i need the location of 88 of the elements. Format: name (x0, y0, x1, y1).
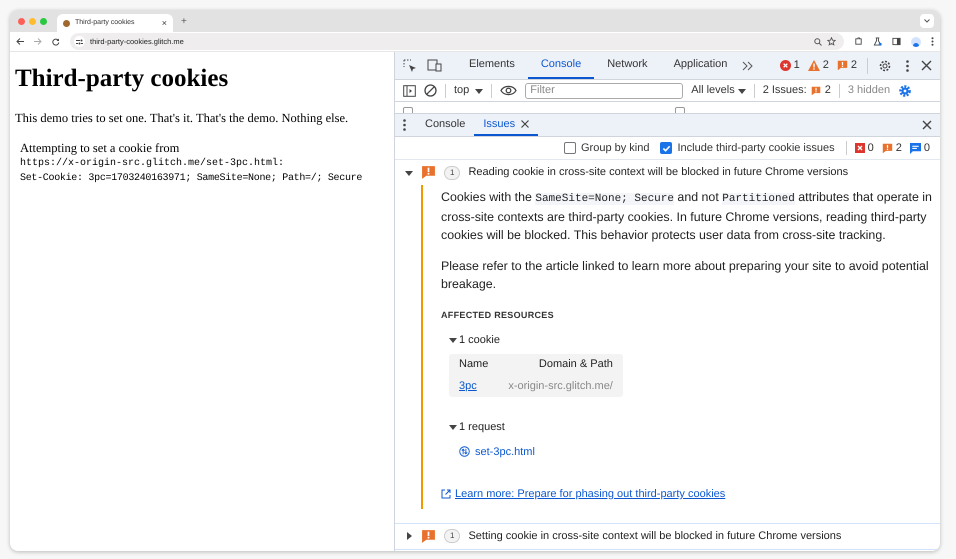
requests-toggle[interactable]: 1 request (449, 419, 934, 436)
close-icon[interactable] (922, 120, 932, 130)
count-label[interactable]: 1 (794, 57, 800, 74)
issue-flag-icon (810, 86, 821, 96)
issue-flag-icon (882, 142, 893, 154)
warning-icon (808, 60, 820, 71)
issue-header[interactable]: 1 Reading cookie in cross-site context will be blocked in future Chrome versions (395, 160, 940, 185)
issue-flag-icon (421, 165, 436, 180)
device-icon[interactable] (427, 59, 442, 72)
caret-right-icon[interactable] (405, 532, 413, 540)
chevron-down-icon (924, 19, 930, 23)
error-icon (780, 60, 791, 71)
menu-icon[interactable] (931, 37, 934, 46)
caret-down-icon[interactable] (449, 336, 457, 344)
issue-title: Reading cookie in cross-site context will be blocked in future Chrome versions (468, 165, 848, 180)
issue-flag-icon (421, 528, 436, 544)
count-label[interactable]: 0 (868, 140, 874, 156)
request-link[interactable]: set-3pc.html (459, 444, 535, 460)
set-cookie-header: Set-Cookie: 3pc=1703240163971; SameSite=None; Path=/; Secure (20, 172, 364, 186)
inspect-icon[interactable] (403, 58, 417, 72)
zoom-icon[interactable] (814, 38, 822, 46)
dropdown-caret-icon[interactable] (738, 86, 746, 94)
sidebar-toggle-icon[interactable] (403, 84, 416, 96)
issue-title: Setting cookie in cross-site context will be blocked in future Chrome versions (468, 528, 842, 544)
count-label[interactable]: 2 (896, 140, 902, 156)
more-options-icon[interactable] (906, 60, 909, 72)
close-icon[interactable] (921, 60, 932, 71)
learn-more-link[interactable]: Learn more: Prepare for phasing out third-party cookies (441, 486, 726, 502)
section-heading: AFFECTED RESOURCES (441, 309, 555, 322)
table-cell: x-origin-src.glitch.me/ (498, 374, 623, 397)
devtools-tab[interactable]: Elements (456, 52, 528, 79)
levels-dropdown[interactable]: All levels (691, 82, 746, 99)
issue-count-badge: 1 (444, 529, 460, 543)
dropdown-caret-icon[interactable] (475, 86, 484, 94)
hidden-count: 3 hidden (848, 83, 890, 98)
new-tab-button[interactable]: + (181, 14, 187, 28)
eye-icon[interactable] (500, 85, 518, 96)
attempt-url: https://x-origin-src.glitch.me/set-3pc.html: (20, 156, 286, 171)
cookies-toggle[interactable]: 1 cookie (449, 332, 934, 348)
external-link-icon (441, 489, 451, 500)
close-icon[interactable] (521, 120, 530, 128)
drawer-tab[interactable]: Console (416, 114, 474, 136)
devtools-tab[interactable]: Application (660, 52, 740, 79)
more-tabs-icon[interactable] (742, 60, 754, 70)
flask-icon[interactable] (873, 37, 882, 46)
context-dropdown[interactable]: top (454, 82, 484, 99)
page-paragraph: This demo tries to set one. That's it. That's the demo. Nothing else. (15, 110, 350, 127)
checkbox[interactable] (675, 107, 685, 113)
filter-input[interactable]: Filter (525, 82, 684, 98)
issues-counter[interactable]: 2 Issues: 2 (762, 82, 831, 99)
count-label[interactable]: 2 (850, 57, 857, 74)
profile-avatar[interactable] (911, 36, 921, 46)
reload-icon[interactable] (52, 38, 60, 46)
site-settings-icon[interactable] (74, 36, 85, 47)
message-icon (910, 142, 921, 154)
issue-header[interactable]: 1 Setting cookie in cross-site context will be blocked in future Chrome versions (395, 524, 940, 548)
issue-note: Please refer to the article linked to learn more about preparing your site to avoid potential breakage. (441, 258, 930, 293)
network-request-icon (459, 446, 470, 458)
column-header: Domain & Path (498, 354, 623, 374)
settings-icon[interactable] (878, 58, 892, 72)
issue-flag-icon (836, 60, 848, 71)
issue-description: Cookies with the SameSite=None; Secure and not Partitioned attributes that operate in cross-site contexts are third-party cookies. In future Chrome versions, reading third-party cookies will be blocked. This behavior protects user data from cross-site tracking. (441, 189, 933, 244)
checkbox[interactable] (403, 107, 413, 113)
back-icon[interactable] (16, 38, 24, 45)
checkbox[interactable] (564, 142, 576, 154)
page-heading: Third-party cookies (15, 64, 230, 94)
tab-close-button[interactable]: × (162, 18, 167, 28)
cookie-link[interactable]: 3pc (459, 380, 477, 392)
caret-down-icon[interactable] (449, 423, 457, 432)
drawer-menu-icon[interactable] (403, 119, 406, 131)
star-icon[interactable] (827, 37, 836, 46)
error-icon (854, 143, 865, 153)
caret-down-icon[interactable] (405, 168, 413, 176)
checkbox-label: Include third-party cookie issues (677, 140, 835, 156)
settings-icon[interactable] (898, 84, 912, 98)
cookie-icon (63, 20, 70, 26)
count-label[interactable]: 2 (822, 57, 829, 74)
attempt-text: Attempting to set a cookie from (20, 140, 180, 156)
count-label[interactable]: 0 (924, 140, 930, 156)
issue-count-badge: 1 (444, 166, 460, 180)
checkbox-label: Group by kind (581, 140, 650, 156)
side-panel-icon[interactable] (892, 37, 901, 46)
devtools-tab[interactable]: Network (594, 52, 661, 79)
tab-search-button[interactable] (920, 14, 934, 28)
clear-icon[interactable] (424, 84, 437, 97)
checkbox[interactable] (660, 142, 672, 154)
extensions-icon[interactable] (854, 37, 863, 46)
column-header: Name (449, 354, 498, 374)
